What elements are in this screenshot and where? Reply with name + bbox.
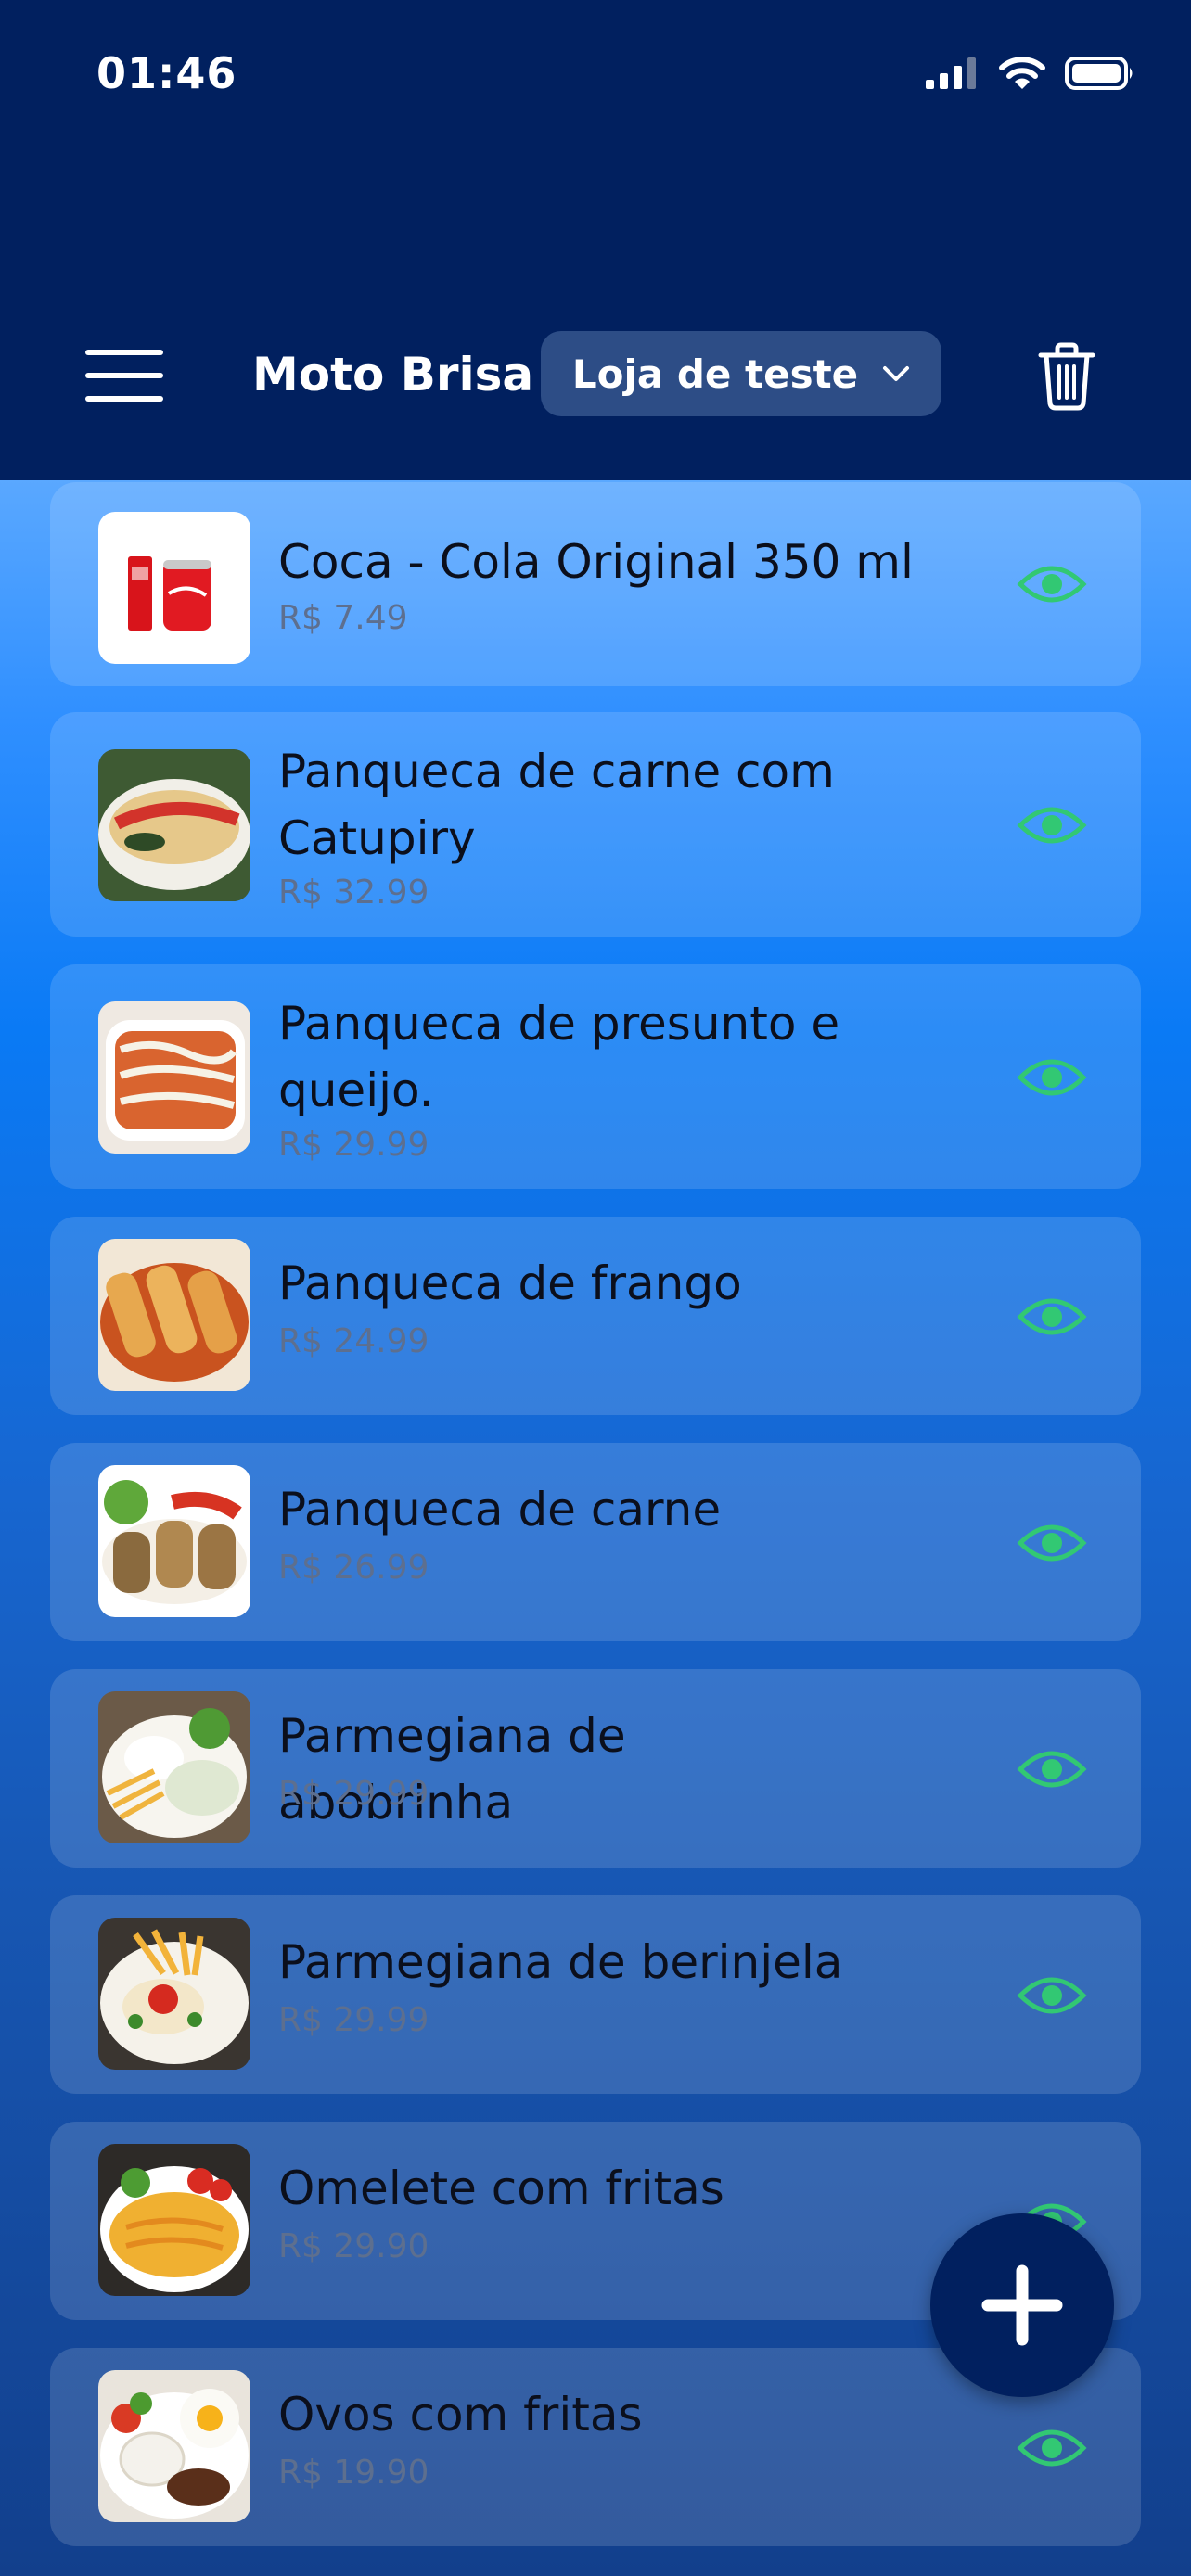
product-price: R$ 29.99 — [278, 1126, 429, 1164]
product-price: R$ 29.99 — [278, 1775, 429, 1813]
app-title: Moto Brisa — [252, 348, 534, 402]
product-price: R$ 7.49 — [278, 599, 408, 637]
trash-icon[interactable] — [1037, 342, 1096, 411]
product-image — [98, 2370, 250, 2522]
chevron-down-icon — [883, 366, 910, 381]
product-name: Panqueca de frango — [278, 1256, 742, 1310]
add-product-button[interactable] — [930, 2213, 1114, 2397]
product-price: R$ 32.99 — [278, 874, 429, 912]
product-image — [98, 1001, 250, 1154]
eye-icon[interactable] — [1017, 1055, 1087, 1100]
eye-icon[interactable] — [1017, 1521, 1087, 1565]
product-price: R$ 19.90 — [278, 2454, 429, 2492]
product-card[interactable]: Panqueca de carne R$ 26.99 — [50, 1443, 1141, 1641]
product-name: Ovos com fritas — [278, 2388, 643, 2442]
eye-icon[interactable] — [1017, 1973, 1087, 2018]
eye-icon[interactable] — [1017, 562, 1087, 606]
product-image — [98, 749, 250, 901]
product-price: R$ 24.99 — [278, 1322, 429, 1360]
hamburger-icon[interactable] — [85, 350, 163, 402]
product-image — [98, 1918, 250, 2070]
eye-icon[interactable] — [1017, 1747, 1087, 1792]
battery-icon — [1065, 57, 1133, 90]
eye-icon[interactable] — [1017, 1294, 1087, 1339]
product-card[interactable]: Parmegiana de berinjela R$ 29.99 — [50, 1895, 1141, 2094]
product-image — [98, 512, 250, 664]
product-name: Panqueca de carne com Catupiry — [278, 745, 835, 865]
eye-icon[interactable] — [1017, 803, 1087, 848]
product-card[interactable]: Panqueca de carne com Catupiry R$ 32.99 — [50, 712, 1141, 937]
product-image — [98, 1465, 250, 1617]
wifi-icon — [999, 57, 1045, 89]
status-time: 01:46 — [96, 48, 237, 98]
product-name: Omelete com fritas — [278, 2162, 724, 2215]
store-selector-label: Loja de teste — [571, 351, 859, 397]
plus-icon — [981, 2264, 1063, 2346]
navigation-bar: Moto Brisa Loja de teste — [0, 329, 1191, 422]
product-price: R$ 26.99 — [278, 1549, 429, 1587]
product-image — [98, 1691, 250, 1843]
product-card[interactable]: Panqueca de frango R$ 24.99 — [50, 1217, 1141, 1415]
product-name: Panqueca de presunto e queijo. — [278, 997, 840, 1117]
product-name: Parmegiana de abobrinha — [278, 1709, 626, 1830]
product-name: Parmegiana de berinjela — [278, 1935, 843, 1989]
status-icons — [926, 56, 1135, 91]
eye-icon[interactable] — [1017, 2426, 1087, 2470]
product-image — [98, 1239, 250, 1391]
product-card[interactable]: Parmegiana de abobrinha R$ 29.99 — [50, 1669, 1141, 1868]
product-card[interactable]: Panqueca de presunto e queijo. R$ 29.99 — [50, 964, 1141, 1189]
product-name: Coca - Cola Original 350 ml — [278, 535, 914, 589]
app-header: 01:46 Moto Brisa Loja de teste — [0, 0, 1191, 480]
product-name: Panqueca de carne — [278, 1483, 722, 1537]
store-selector[interactable]: Loja de teste — [541, 331, 941, 416]
product-card[interactable]: Coca - Cola Original 350 ml R$ 7.49 — [50, 482, 1141, 686]
product-price: R$ 29.90 — [278, 2227, 429, 2265]
product-price: R$ 29.99 — [278, 2001, 429, 2039]
cellular-signal-icon — [926, 57, 976, 89]
product-image — [98, 2144, 250, 2296]
